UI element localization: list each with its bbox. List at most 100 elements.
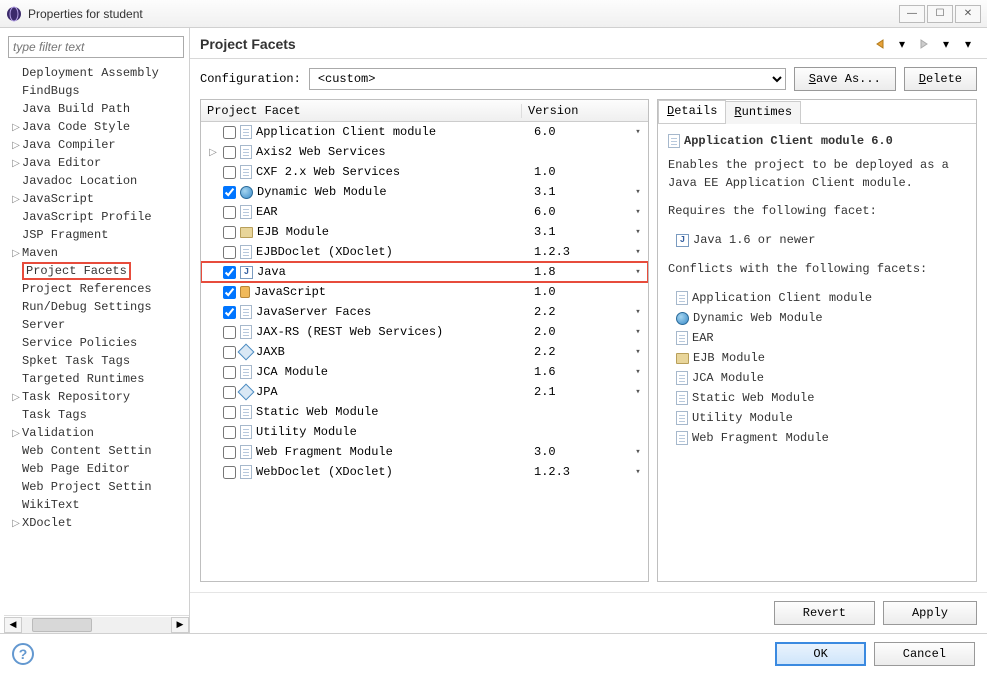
facet-checkbox[interactable] — [223, 466, 236, 479]
version-dropdown-icon[interactable]: ▾ — [628, 367, 648, 377]
sidebar-item[interactable]: Java Build Path — [10, 100, 189, 118]
sidebar-item[interactable]: ▷JavaScript — [10, 190, 189, 208]
sidebar-item[interactable]: Web Project Settin — [10, 478, 189, 496]
facet-checkbox[interactable] — [223, 346, 236, 359]
version-dropdown-icon[interactable]: ▾ — [628, 327, 648, 337]
configuration-select[interactable]: <custom> — [309, 68, 786, 90]
version-dropdown-icon[interactable]: ▾ — [628, 347, 648, 357]
expand-icon[interactable]: ▷ — [10, 392, 22, 403]
facet-checkbox[interactable] — [223, 446, 236, 459]
facet-row[interactable]: Utility Module — [201, 422, 648, 442]
facet-row[interactable]: Web Fragment Module3.0▾ — [201, 442, 648, 462]
col-version[interactable]: Version — [522, 104, 648, 118]
facet-table-body[interactable]: Application Client module6.0▾▷Axis2 Web … — [201, 122, 648, 581]
facet-checkbox[interactable] — [223, 406, 236, 419]
facet-row[interactable]: EJB Module3.1▾ — [201, 222, 648, 242]
save-as-button[interactable]: Save As... — [794, 67, 896, 91]
expand-icon[interactable]: ▷ — [10, 194, 22, 205]
sidebar-item[interactable]: FindBugs — [10, 82, 189, 100]
sidebar-item[interactable]: ▷Validation — [10, 424, 189, 442]
facet-row[interactable]: JavaServer Faces2.2▾ — [201, 302, 648, 322]
nav-back-menu-icon[interactable]: ▾ — [893, 36, 911, 52]
facet-checkbox[interactable] — [223, 286, 236, 299]
expand-icon[interactable]: ▷ — [10, 158, 22, 169]
version-dropdown-icon[interactable]: ▾ — [628, 447, 648, 457]
sidebar-item[interactable]: Server — [10, 316, 189, 334]
sidebar-item[interactable]: Run/Debug Settings — [10, 298, 189, 316]
sidebar-item[interactable]: ▷Java Code Style — [10, 118, 189, 136]
category-tree[interactable]: Deployment AssemblyFindBugsJava Build Pa… — [4, 64, 189, 615]
facet-checkbox[interactable] — [223, 126, 236, 139]
facet-row[interactable]: JCA Module1.6▾ — [201, 362, 648, 382]
sidebar-item[interactable]: ▷Maven — [10, 244, 189, 262]
facet-checkbox[interactable] — [223, 226, 236, 239]
expand-icon[interactable]: ▷ — [207, 147, 219, 158]
facet-checkbox[interactable] — [223, 206, 236, 219]
expand-icon[interactable]: ▷ — [10, 248, 22, 259]
apply-button[interactable]: Apply — [883, 601, 977, 625]
close-button[interactable]: ✕ — [955, 5, 981, 23]
version-dropdown-icon[interactable]: ▾ — [628, 207, 648, 217]
facet-checkbox[interactable] — [223, 146, 236, 159]
nav-fwd-icon[interactable] — [915, 36, 933, 52]
sidebar-item[interactable]: ▷Java Compiler — [10, 136, 189, 154]
facet-row[interactable]: Dynamic Web Module3.1▾ — [201, 182, 648, 202]
sidebar-item[interactable]: Web Page Editor — [10, 460, 189, 478]
sidebar-item[interactable]: JSP Fragment — [10, 226, 189, 244]
facet-checkbox[interactable] — [223, 426, 236, 439]
version-dropdown-icon[interactable]: ▾ — [628, 387, 648, 397]
sidebar-scrollbar[interactable]: ◀ ▶ — [4, 615, 189, 633]
filter-input[interactable] — [8, 36, 184, 58]
revert-button[interactable]: Revert — [774, 601, 875, 625]
sidebar-item[interactable]: Targeted Runtimes — [10, 370, 189, 388]
delete-button[interactable]: Delete — [904, 67, 977, 91]
facet-checkbox[interactable] — [223, 186, 236, 199]
facet-row[interactable]: JAXB2.2▾ — [201, 342, 648, 362]
maximize-button[interactable]: ☐ — [927, 5, 953, 23]
sidebar-item[interactable]: Service Policies — [10, 334, 189, 352]
expand-icon[interactable]: ▷ — [10, 428, 22, 439]
version-dropdown-icon[interactable]: ▾ — [628, 267, 648, 277]
scroll-thumb[interactable] — [32, 618, 92, 632]
facet-row[interactable]: CXF 2.x Web Services1.0 — [201, 162, 648, 182]
facet-checkbox[interactable] — [223, 166, 236, 179]
version-dropdown-icon[interactable]: ▾ — [628, 307, 648, 317]
ok-button[interactable]: OK — [775, 642, 865, 666]
nav-back-icon[interactable] — [871, 36, 889, 52]
help-icon[interactable]: ? — [12, 643, 34, 665]
facet-row[interactable]: JavaScript1.0 — [201, 282, 648, 302]
facet-row[interactable]: ▷Axis2 Web Services — [201, 142, 648, 162]
cancel-button[interactable]: Cancel — [874, 642, 975, 666]
view-menu-icon[interactable]: ▾ — [959, 36, 977, 52]
facet-row[interactable]: JPA2.1▾ — [201, 382, 648, 402]
sidebar-item[interactable]: Task Tags — [10, 406, 189, 424]
col-project-facet[interactable]: Project Facet — [201, 104, 522, 118]
version-dropdown-icon[interactable]: ▾ — [628, 187, 648, 197]
sidebar-item[interactable]: WikiText — [10, 496, 189, 514]
sidebar-item[interactable]: Spket Task Tags — [10, 352, 189, 370]
facet-row[interactable]: JJava1.8▾ — [201, 262, 648, 282]
version-dropdown-icon[interactable]: ▾ — [628, 467, 648, 477]
nav-fwd-menu-icon[interactable]: ▾ — [937, 36, 955, 52]
sidebar-item[interactable]: Project Facets — [10, 262, 189, 280]
sidebar-item[interactable]: ▷XDoclet — [10, 514, 189, 532]
version-dropdown-icon[interactable]: ▾ — [628, 247, 648, 257]
tab-details[interactable]: Details — [658, 100, 726, 123]
tab-runtimes[interactable]: Runtimes — [725, 101, 801, 124]
facet-checkbox[interactable] — [223, 366, 236, 379]
facet-checkbox[interactable] — [223, 326, 236, 339]
facet-checkbox[interactable] — [223, 306, 236, 319]
sidebar-item[interactable]: Project References — [10, 280, 189, 298]
titlebar[interactable]: Properties for student — ☐ ✕ — [0, 0, 987, 28]
scroll-right-icon[interactable]: ▶ — [171, 617, 189, 633]
sidebar-item[interactable]: JavaScript Profile — [10, 208, 189, 226]
sidebar-item[interactable]: ▷Java Editor — [10, 154, 189, 172]
facet-row[interactable]: WebDoclet (XDoclet)1.2.3▾ — [201, 462, 648, 482]
sidebar-item[interactable]: Deployment Assembly — [10, 64, 189, 82]
sidebar-item[interactable]: ▷Task Repository — [10, 388, 189, 406]
expand-icon[interactable]: ▷ — [10, 518, 22, 529]
version-dropdown-icon[interactable]: ▾ — [628, 127, 648, 137]
facet-row[interactable]: Static Web Module — [201, 402, 648, 422]
sidebar-item[interactable]: Javadoc Location — [10, 172, 189, 190]
expand-icon[interactable]: ▷ — [10, 122, 22, 133]
